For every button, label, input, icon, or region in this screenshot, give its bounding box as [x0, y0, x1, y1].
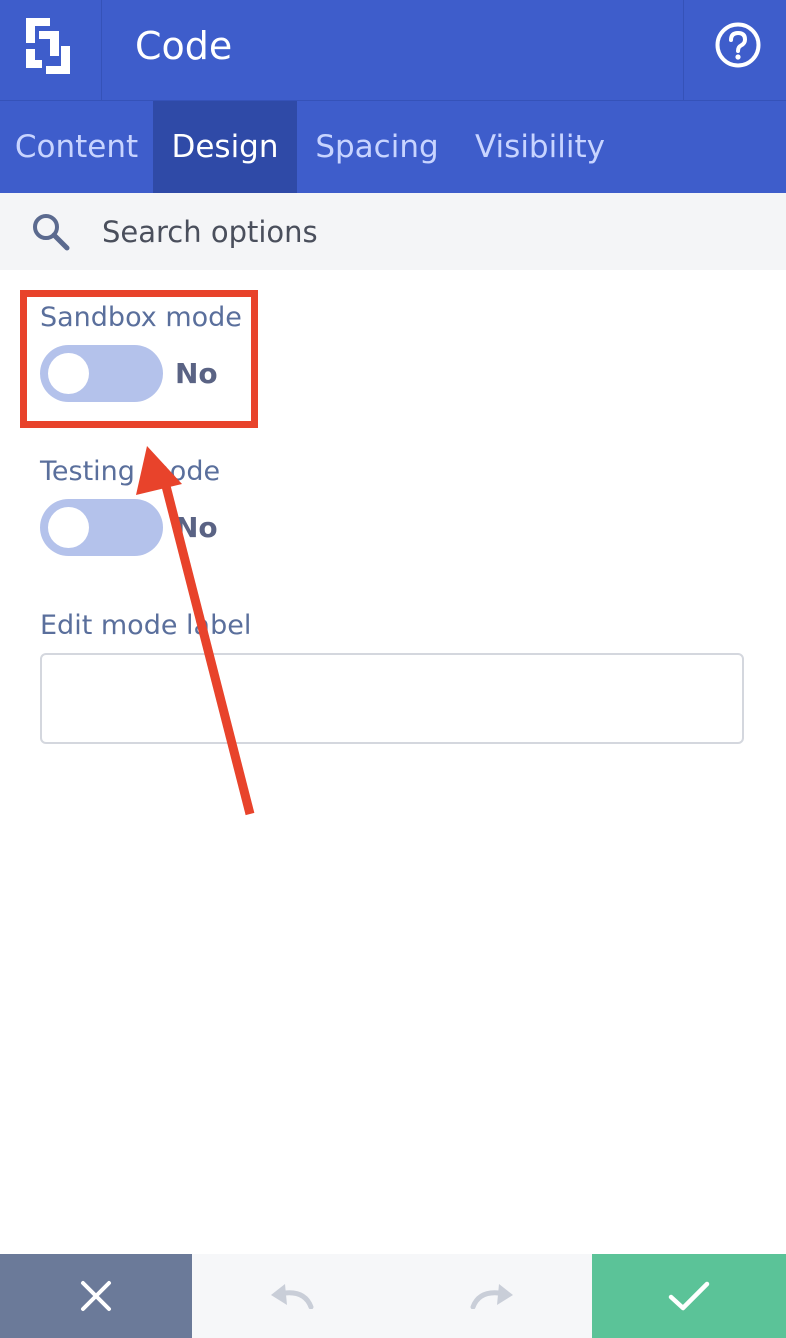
redo-button[interactable]: [392, 1254, 592, 1338]
testing-mode-value: No: [175, 511, 218, 544]
search-icon: [33, 214, 70, 251]
save-button[interactable]: [592, 1254, 786, 1338]
builder-logo-icon: [26, 18, 70, 74]
undo-button[interactable]: [192, 1254, 392, 1338]
tab-visibility[interactable]: Visibility: [457, 101, 623, 193]
search-bar: [0, 193, 786, 270]
undo-icon: [271, 1284, 314, 1309]
tab-design[interactable]: Design: [153, 101, 297, 193]
redo-icon: [470, 1284, 513, 1309]
tab-bar: Content Design Spacing Visibility: [0, 101, 786, 193]
cancel-button[interactable]: [0, 1254, 192, 1338]
testing-mode-label: Testing mode: [40, 456, 221, 487]
help-circle-icon: [715, 22, 761, 68]
check-icon: [668, 1281, 710, 1311]
edit-mode-label-input[interactable]: [40, 653, 744, 744]
logo-cell[interactable]: [0, 0, 102, 101]
sandbox-mode-toggle[interactable]: [40, 345, 163, 402]
close-icon: [81, 1281, 111, 1311]
toggle-knob: [48, 507, 89, 548]
search-input[interactable]: [102, 212, 742, 252]
toggle-knob: [48, 353, 89, 394]
sandbox-mode-label: Sandbox mode: [40, 302, 242, 333]
edit-mode-label-label: Edit mode label: [40, 610, 252, 641]
panel-header: Code: [0, 0, 786, 101]
tab-spacing[interactable]: Spacing: [297, 101, 457, 193]
testing-mode-toggle[interactable]: [40, 499, 163, 556]
help-button[interactable]: [683, 0, 786, 101]
panel-title: Code: [135, 24, 233, 68]
sandbox-mode-value: No: [175, 357, 218, 390]
tab-content[interactable]: Content: [0, 101, 153, 193]
